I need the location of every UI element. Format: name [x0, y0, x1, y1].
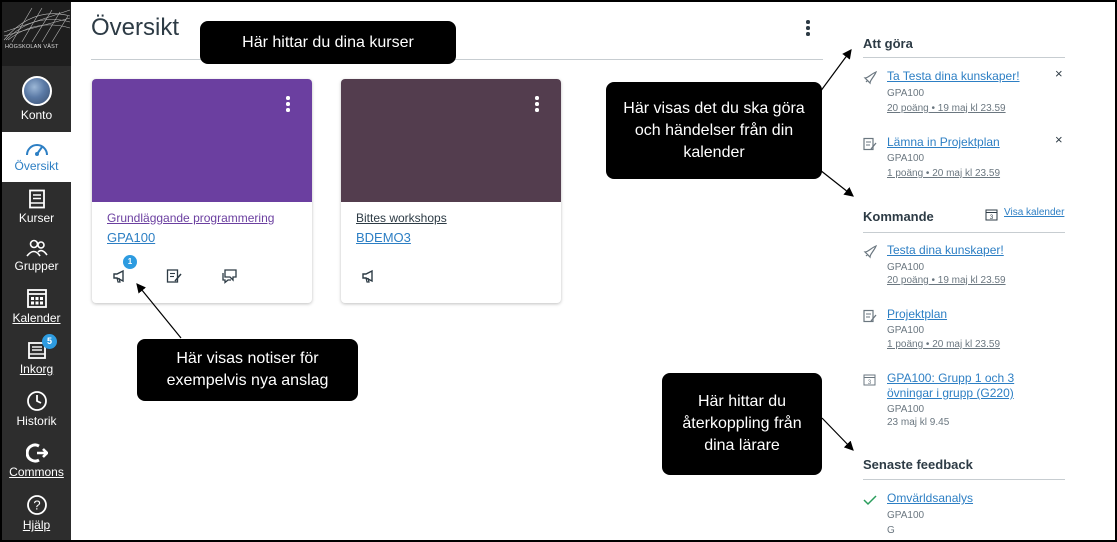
nav-account-label: Konto	[20, 108, 53, 122]
commons-icon	[25, 443, 48, 463]
svg-text:?: ?	[33, 498, 40, 513]
quiz-rocket-icon	[863, 245, 877, 259]
nav-calendar[interactable]: Kalender	[2, 287, 71, 325]
nav-groups[interactable]: Grupper	[2, 239, 71, 273]
nav-commons[interactable]: Commons	[2, 443, 71, 479]
feedback-divider	[863, 479, 1065, 480]
card-options-button[interactable]	[533, 96, 541, 116]
course-card-hero[interactable]	[341, 79, 561, 202]
course-name-link[interactable]: Grundläggande programmering	[107, 211, 274, 225]
upcoming-item-course: GPA100	[887, 404, 925, 415]
logo-graphic-icon	[3, 7, 71, 43]
nav-groups-label: Grupper	[14, 259, 59, 273]
help-icon: ?	[26, 495, 47, 515]
nav-courses[interactable]: Kurser	[2, 189, 71, 225]
quiz-rocket-icon	[863, 71, 877, 85]
course-card[interactable]: Bittes workshops BDEMO3	[341, 79, 561, 303]
announcements-button[interactable]: 1	[112, 255, 137, 289]
upcoming-item-meta: 20 poäng • 19 maj kl 23.59	[887, 275, 1006, 286]
calendar-icon	[26, 289, 47, 308]
upcoming-item-title-link[interactable]: GPA100: Grupp 1 och 3	[887, 371, 1014, 385]
todo-item-course: GPA100	[887, 88, 925, 99]
nav-dashboard-label: Översikt	[14, 159, 59, 173]
page-title: Översikt	[91, 14, 180, 41]
callout-todo: Här visas det du ska göra och händelser …	[606, 82, 822, 179]
feedback-item-title-link[interactable]: Omvärldsanalys	[887, 491, 973, 505]
upcoming-item-title-line2[interactable]: övningar i grupp (G220)	[887, 386, 1014, 400]
feedback-heading: Senaste feedback	[863, 457, 973, 472]
nav-commons-label: Commons	[9, 465, 64, 479]
megaphone-icon	[362, 269, 373, 283]
todo-item-title-link[interactable]: Lämna in Projektplan	[887, 135, 1000, 149]
feedback-item-grade: G	[887, 525, 895, 536]
upcoming-item-course: GPA100	[887, 262, 925, 273]
avatar	[21, 76, 52, 106]
upcoming-item-meta: 1 poäng • 20 maj kl 23.59	[887, 339, 1001, 350]
clock-icon	[26, 391, 47, 411]
todo-item-meta: 1 poäng • 20 maj kl 23.59	[887, 168, 1001, 179]
nav-history-label: Historik	[16, 414, 57, 428]
upcoming-item-course: GPA100	[887, 325, 925, 336]
discussions-button[interactable]	[221, 268, 238, 289]
assignment-icon	[863, 309, 877, 323]
todo-item-title-link[interactable]: Ta Testa dina kunskaper!	[887, 69, 1020, 83]
upcoming-item-title-link[interactable]: Testa dina kunskaper!	[887, 243, 1004, 257]
announcement-count-badge: 1	[123, 255, 137, 269]
upcoming-divider	[863, 232, 1065, 233]
groups-icon	[25, 239, 48, 257]
callout-feedback: Här hittar du återkoppling från dina lär…	[662, 373, 822, 475]
assignment-icon	[863, 137, 877, 151]
arrow-to-upcoming	[819, 169, 854, 197]
assignment-icon	[166, 269, 182, 283]
course-card-hero[interactable]	[92, 79, 312, 202]
callout-notices: Här visas notiser för exempelvis nya ans…	[137, 339, 358, 401]
book-icon	[28, 189, 45, 209]
megaphone-icon	[113, 269, 124, 283]
todo-divider	[863, 57, 1065, 58]
assignments-button[interactable]	[166, 268, 182, 289]
nav-courses-label: Kurser	[18, 211, 55, 225]
card-options-button[interactable]	[284, 96, 292, 116]
dismiss-todo-button[interactable]: ×	[1055, 132, 1063, 147]
upcoming-heading: Kommande	[863, 209, 934, 224]
todo-item-meta: 20 poäng • 19 maj kl 23.59	[887, 103, 1006, 114]
dismiss-todo-button[interactable]: ×	[1055, 66, 1063, 81]
course-card[interactable]: Grundläggande programmering GPA100 1	[92, 79, 312, 303]
checkmark-icon	[863, 495, 877, 506]
todo-item-course: GPA100	[887, 153, 925, 164]
course-code-link[interactable]: BDEMO3	[356, 230, 411, 245]
todo-heading: Att göra	[863, 36, 913, 51]
nav-dashboard[interactable]: Översikt	[2, 132, 71, 182]
nav-help[interactable]: ? Hjälp	[2, 494, 71, 532]
view-calendar-link[interactable]: Visa kalender	[1004, 207, 1064, 218]
calendar-icon: 3	[985, 209, 998, 221]
logo-text: HÖGSKOLAN VÄST	[5, 44, 59, 50]
dashboard-icon	[25, 144, 48, 156]
callout-courses: Här hittar du dina kurser	[200, 21, 456, 64]
arrow-to-feedback	[821, 417, 854, 451]
nav-inbox-label: Inkorg	[19, 362, 54, 376]
dashboard-options-button[interactable]	[802, 20, 814, 40]
nav-history[interactable]: Historik	[2, 390, 71, 428]
upcoming-item-meta: 23 maj kl 9.45	[887, 417, 950, 428]
school-logo[interactable]: HÖGSKOLAN VÄST	[2, 2, 71, 66]
nav-help-label: Hjälp	[22, 518, 51, 532]
global-nav: HÖGSKOLAN VÄST Konto Översikt Kurser Gru…	[2, 2, 71, 540]
inbox-unread-badge: 5	[42, 334, 57, 349]
announcements-button[interactable]	[361, 268, 377, 289]
nav-account[interactable]: Konto	[2, 76, 71, 122]
discussion-icon	[222, 269, 237, 284]
feedback-item-course: GPA100	[887, 510, 925, 521]
nav-inbox[interactable]: Inkorg 5	[2, 334, 71, 376]
course-code-link[interactable]: GPA100	[107, 230, 155, 245]
calendar-event-icon: 3	[863, 374, 876, 386]
arrow-to-todo	[819, 49, 852, 93]
nav-calendar-label: Kalender	[12, 311, 61, 325]
upcoming-item-title-link[interactable]: Projektplan	[887, 307, 947, 321]
course-name-link[interactable]: Bittes workshops	[356, 211, 447, 225]
